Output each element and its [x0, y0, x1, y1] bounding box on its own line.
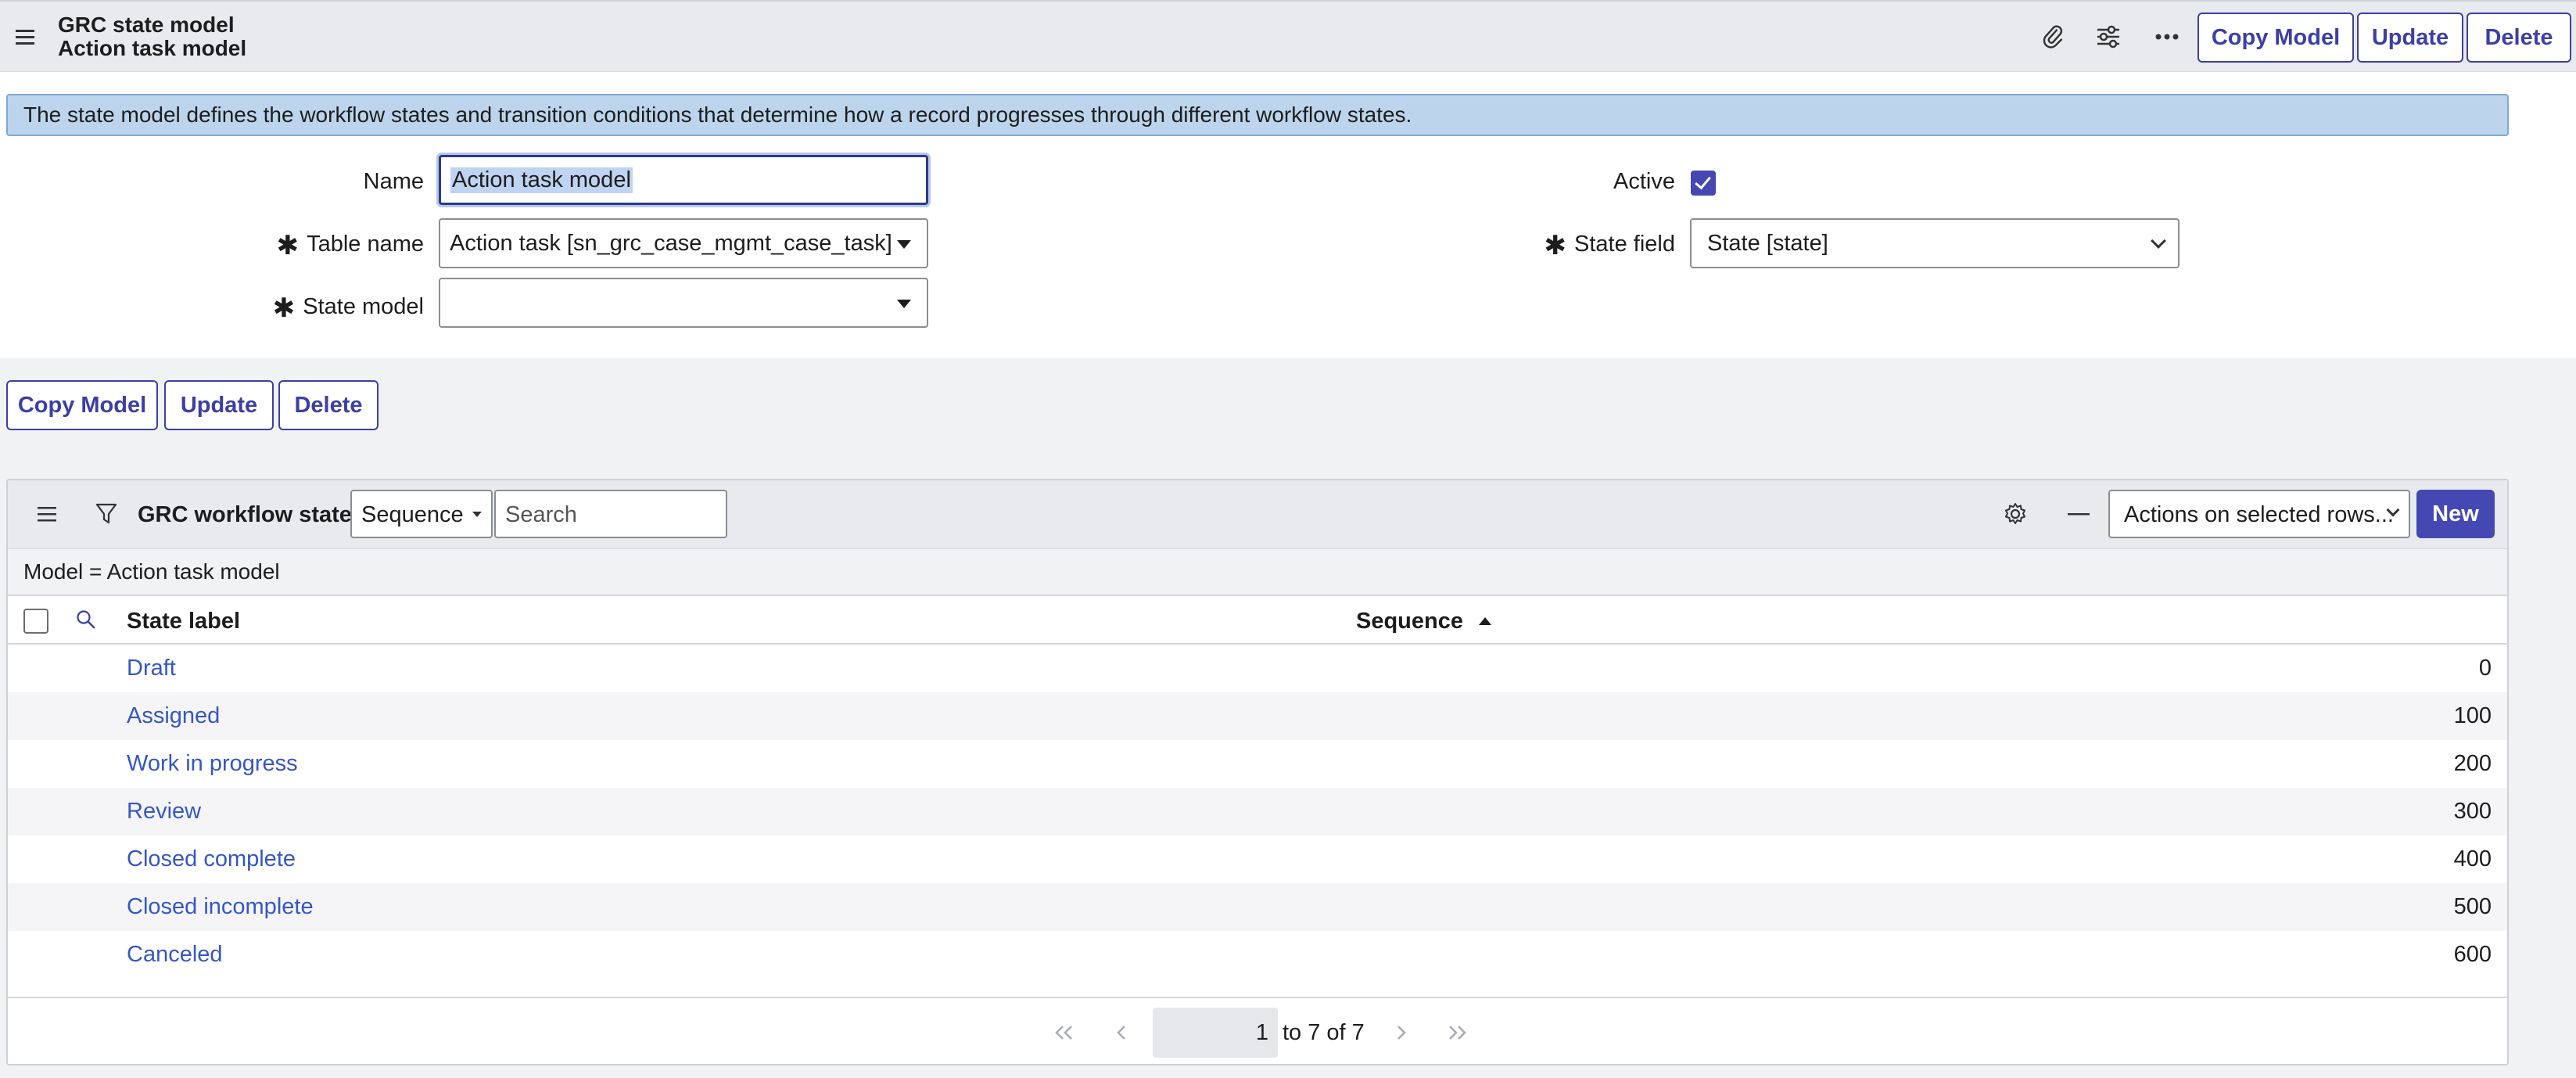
- sort-ascending-icon: [1479, 617, 1492, 625]
- state-field-select[interactable]: State [state]: [1690, 218, 2180, 268]
- name-field[interactable]: Action task model: [439, 155, 928, 205]
- search-placeholder: Search: [505, 502, 577, 527]
- copy-model-button[interactable]: Copy Model: [6, 380, 158, 430]
- column-header-sequence-label: Sequence: [1356, 609, 1463, 634]
- state-model-label-wrap: ✱ State model: [266, 289, 424, 323]
- search-input[interactable]: Search: [494, 490, 727, 538]
- table-name-label: Table name: [307, 232, 424, 257]
- chevron-down-icon: [2151, 233, 2166, 249]
- actions-select-value: Actions on selected rows...: [2124, 502, 2394, 527]
- sequence-value: 300: [2453, 799, 2492, 824]
- next-page-icon[interactable]: [1395, 1025, 1408, 1040]
- state-field-label: State field: [1574, 232, 1675, 257]
- state-model-label: State model: [303, 294, 424, 319]
- state-label-link[interactable]: Closed complete: [127, 846, 296, 872]
- new-button[interactable]: New: [2416, 490, 2495, 538]
- page-number-value: 1: [1255, 1020, 1268, 1045]
- filter-funnel-icon[interactable]: [95, 502, 117, 526]
- sequence-value: 500: [2453, 894, 2492, 919]
- header-delete-button[interactable]: Delete: [2467, 13, 2571, 63]
- mandatory-asterisk-icon: ✱: [276, 231, 300, 261]
- more-options-icon[interactable]: [2155, 33, 2179, 41]
- header-title: GRC state model: [58, 13, 235, 37]
- list-column-header: State label Sequence: [8, 596, 2507, 645]
- active-label: Active: [1613, 169, 1675, 194]
- page-range-text: to 7 of 7: [1283, 1020, 1365, 1045]
- table-name-value: Action task [sn_grc_case_mgmt_case_task]: [450, 230, 892, 256]
- previous-page-icon[interactable]: [1115, 1025, 1128, 1040]
- header-copy-model-button[interactable]: Copy Model: [2197, 13, 2354, 63]
- pagination: 1 to 7 of 7: [8, 997, 2507, 1064]
- state-label-link[interactable]: Closed incomplete: [127, 894, 314, 920]
- update-button[interactable]: Update: [164, 380, 274, 430]
- sequence-value: 200: [2453, 751, 2492, 776]
- form-header: GRC state model Action task model Copy M…: [0, 0, 2576, 72]
- delete-button[interactable]: Delete: [278, 380, 379, 430]
- table-row: Review 300: [8, 788, 2507, 835]
- active-checkbox[interactable]: [1691, 171, 1716, 196]
- column-header-sequence[interactable]: Sequence: [1356, 609, 1492, 634]
- search-field-select[interactable]: Sequence: [350, 490, 493, 538]
- table-row: Closed complete 400: [8, 835, 2507, 883]
- state-label-link[interactable]: Canceled: [127, 942, 223, 968]
- dropdown-caret-icon: [897, 300, 911, 308]
- sequence-value: 100: [2453, 703, 2492, 728]
- caret-down-icon: [472, 512, 482, 517]
- table-name-select[interactable]: Action task [sn_grc_case_mgmt_case_task]: [439, 218, 928, 268]
- sequence-value: 0: [2478, 656, 2492, 681]
- list-title: GRC workflow states: [138, 502, 365, 527]
- table-row: Canceled 600: [8, 931, 2507, 979]
- actions-select[interactable]: Actions on selected rows...: [2108, 490, 2410, 538]
- header-subtitle: Action task model: [58, 36, 247, 60]
- name-label: Name: [363, 169, 424, 194]
- info-banner: The state model defines the workflow sta…: [6, 94, 2509, 136]
- first-page-icon[interactable]: [1053, 1025, 1075, 1040]
- state-label-link[interactable]: Review: [127, 799, 201, 825]
- state-model-select[interactable]: [439, 278, 928, 328]
- column-search-icon[interactable]: [75, 609, 97, 631]
- state-label-link[interactable]: Assigned: [127, 703, 220, 729]
- sequence-value: 400: [2453, 846, 2492, 871]
- dropdown-caret-icon: [897, 240, 911, 249]
- page-number-input[interactable]: 1: [1153, 1008, 1278, 1058]
- gear-icon[interactable]: [2004, 502, 2027, 526]
- table-row: Work in progress 200: [8, 740, 2507, 788]
- list-toolbar: GRC workflow states Sequence Search Acti…: [8, 480, 2507, 549]
- state-field-label-wrap: ✱ State field: [1533, 227, 1675, 261]
- select-all-checkbox[interactable]: [23, 609, 48, 634]
- mandatory-asterisk-icon: ✱: [272, 293, 296, 323]
- collapse-minus-icon[interactable]: [2068, 513, 2091, 516]
- filter-text: Model = Action task model: [23, 559, 280, 584]
- list-menu-icon[interactable]: [38, 505, 58, 523]
- info-banner-text: The state model defines the workflow sta…: [23, 102, 1412, 127]
- state-label-link[interactable]: Work in progress: [127, 751, 298, 777]
- search-field-value: Sequence: [361, 502, 464, 527]
- table-row: Closed incomplete 500: [8, 883, 2507, 931]
- table-row: Assigned 100: [8, 692, 2507, 740]
- hamburger-menu-icon[interactable]: [16, 28, 38, 47]
- state-label-link[interactable]: Draft: [127, 656, 176, 681]
- header-update-button[interactable]: Update: [2357, 13, 2463, 63]
- attachment-paperclip-icon[interactable]: [2041, 23, 2065, 50]
- state-field-value: State [state]: [1707, 230, 1828, 256]
- list-filter-breadcrumb[interactable]: Model = Action task model: [8, 549, 2507, 596]
- name-field-value: Action task model: [450, 167, 633, 193]
- table-row: Draft 0: [8, 645, 2507, 692]
- mandatory-asterisk-icon: ✱: [1544, 231, 1567, 261]
- personalize-sliders-icon[interactable]: [2096, 25, 2121, 49]
- table-name-label-wrap: ✱ Table name: [266, 227, 424, 261]
- column-header-state-label[interactable]: State label: [127, 609, 240, 634]
- last-page-icon[interactable]: [1447, 1025, 1469, 1040]
- grc-workflow-states-list: GRC workflow states Sequence Search Acti…: [6, 479, 2509, 1065]
- sequence-value: 600: [2453, 942, 2492, 967]
